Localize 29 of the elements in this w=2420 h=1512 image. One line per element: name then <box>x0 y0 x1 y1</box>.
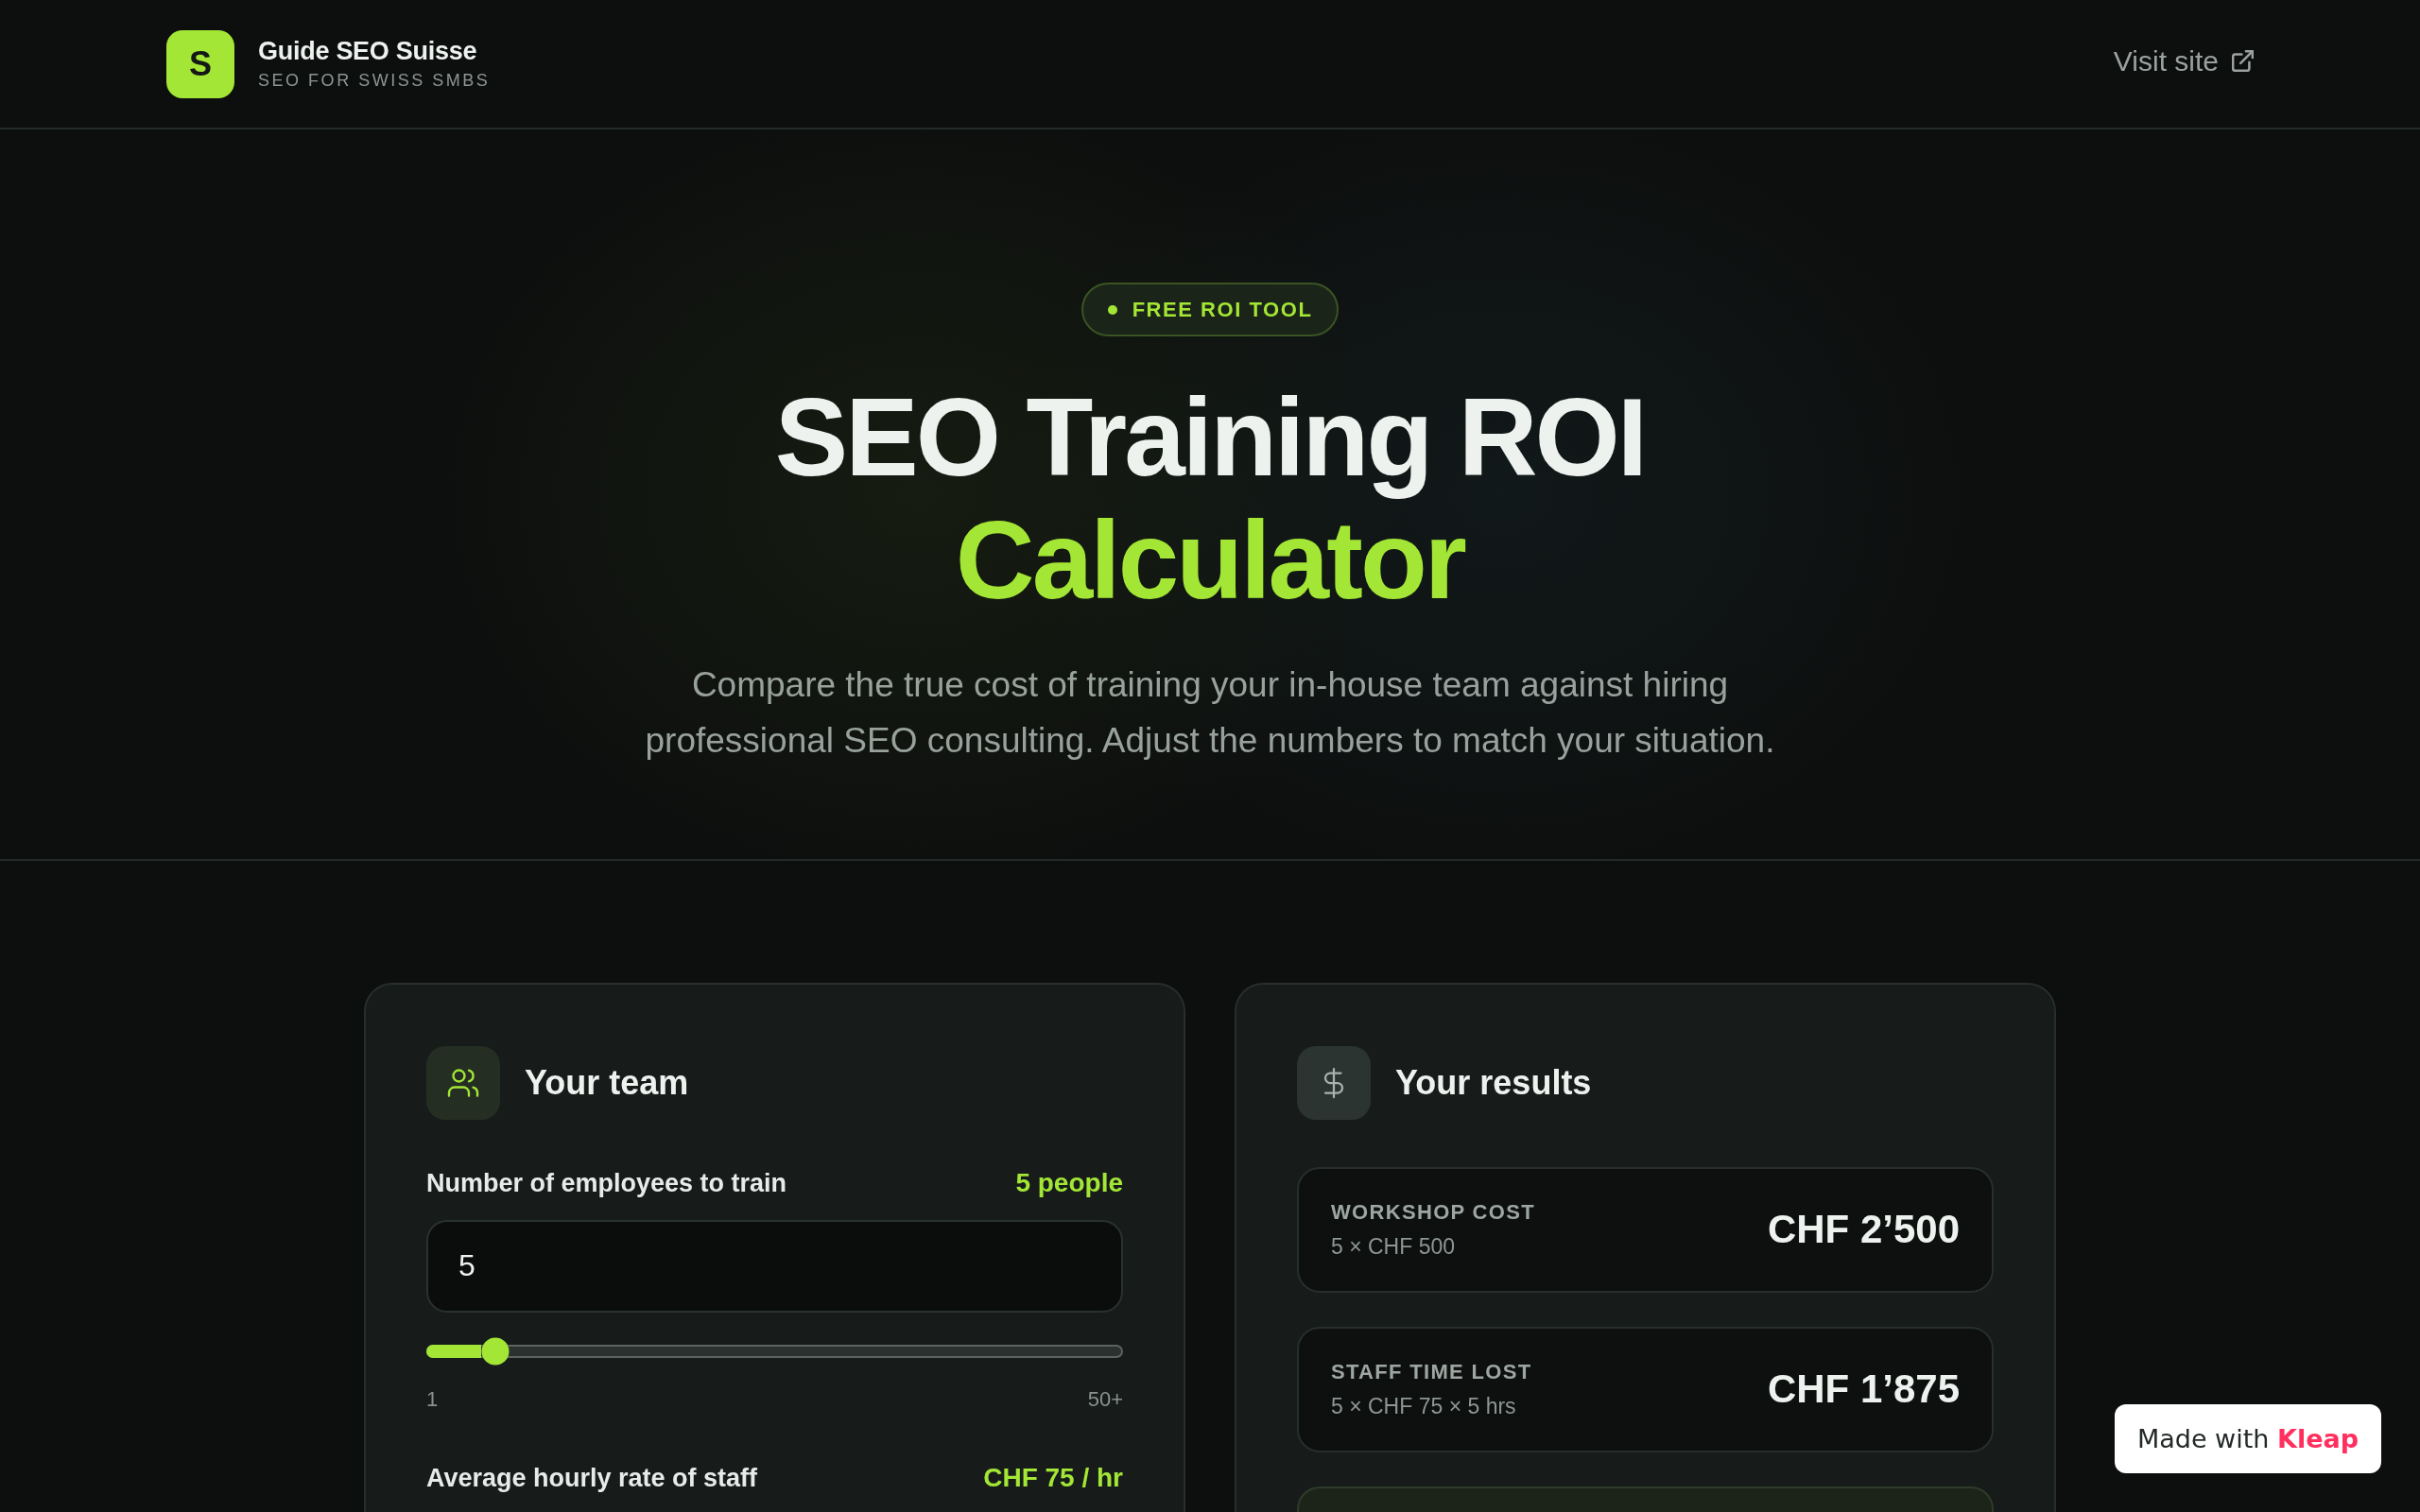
intro-paragraph: Compare the true cost of training your in-house team against hiring professional SEO consulting. Adjust the numbers to match your situation. <box>644 663 1776 762</box>
slider-handle[interactable] <box>481 1337 510 1366</box>
brand-tagline: SEO FOR SWISS SMBS <box>258 70 491 91</box>
field-reading: CHF 75 / hr <box>983 1461 1123 1494</box>
result-label: STAFF TIME LOST <box>1331 1359 1532 1386</box>
tag-label: FREE ROI TOOL <box>1132 297 1313 322</box>
page-title: SEO Training ROI <box>774 377 1646 500</box>
users-icon <box>426 1045 500 1120</box>
range-min-label: 1 <box>426 1386 439 1412</box>
external-link-icon <box>2232 50 2254 72</box>
visit-site-link[interactable]: Visit site <box>2113 44 2254 77</box>
made-with-link[interactable]: Made with Kleap <box>2114 1404 2381 1473</box>
dot-icon <box>1107 304 1117 315</box>
page-title-highlight: Calculator <box>955 499 1465 623</box>
card-title: Your results <box>1395 1062 1592 1103</box>
field-label: Number of employees to train <box>426 1167 787 1199</box>
result-amount: CHF 1’875 <box>1767 1366 1960 1413</box>
logo[interactable]: S <box>166 29 234 98</box>
range-max-label: 50+ <box>1087 1386 1123 1412</box>
number-input[interactable]: 5 <box>426 1219 1123 1313</box>
result-label: WORKSHOP COST <box>1331 1199 1535 1227</box>
result-formula: 5 × CHF 500 <box>1331 1233 1456 1261</box>
dollar-icon <box>1297 1045 1371 1120</box>
result-amount: CHF 2’500 <box>1767 1207 1960 1253</box>
field-label: Average hourly rate of staff <box>426 1462 758 1494</box>
card-title: Your team <box>525 1062 689 1103</box>
result-formula: 5 × CHF 75 × 5 hrs <box>1331 1393 1516 1420</box>
field-reading: 5 people <box>1015 1166 1123 1199</box>
brand-name: Guide SEO Suisse <box>258 37 477 66</box>
